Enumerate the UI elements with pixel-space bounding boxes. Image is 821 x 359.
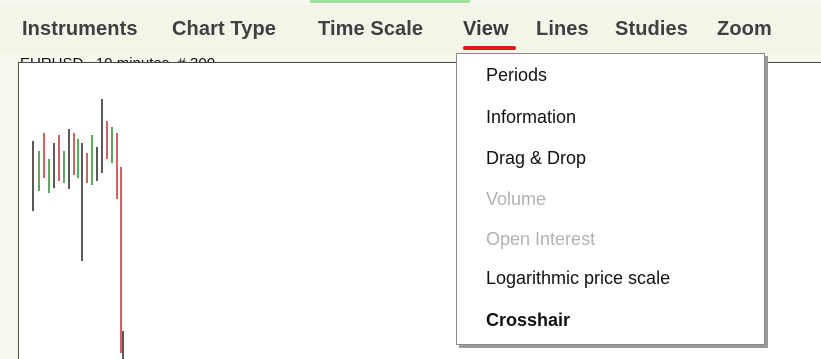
menu-item-open-interest: Open Interest [486, 229, 596, 249]
menubar: Instruments Chart Type Time Scale View L… [0, 4, 821, 54]
menu-item-information[interactable]: Information [486, 107, 576, 128]
menu-view[interactable]: View [463, 18, 509, 41]
active-menu-underline [463, 46, 516, 50]
menu-item-volume: Volume [486, 189, 547, 209]
menu-item-crosshair[interactable]: Crosshair [486, 310, 570, 331]
menu-time-scale[interactable]: Time Scale [318, 18, 423, 41]
menubar-top-accent [310, 0, 470, 3]
menu-item-drag-drop[interactable]: Drag & Drop [486, 148, 586, 169]
menu-instruments[interactable]: Instruments [22, 18, 138, 41]
menu-item-periods[interactable]: Periods [486, 65, 547, 86]
menu-zoom[interactable]: Zoom [717, 18, 772, 41]
menu-chart-type[interactable]: Chart Type [172, 18, 276, 41]
view-menu-dropdown: Periods Information Drag & Drop Volume O… [456, 53, 765, 345]
menu-lines[interactable]: Lines [536, 18, 589, 41]
candles [32, 99, 124, 359]
menu-item-logarithmic-price-scale[interactable]: Logarithmic price scale [486, 268, 670, 289]
menu-studies[interactable]: Studies [615, 18, 688, 41]
